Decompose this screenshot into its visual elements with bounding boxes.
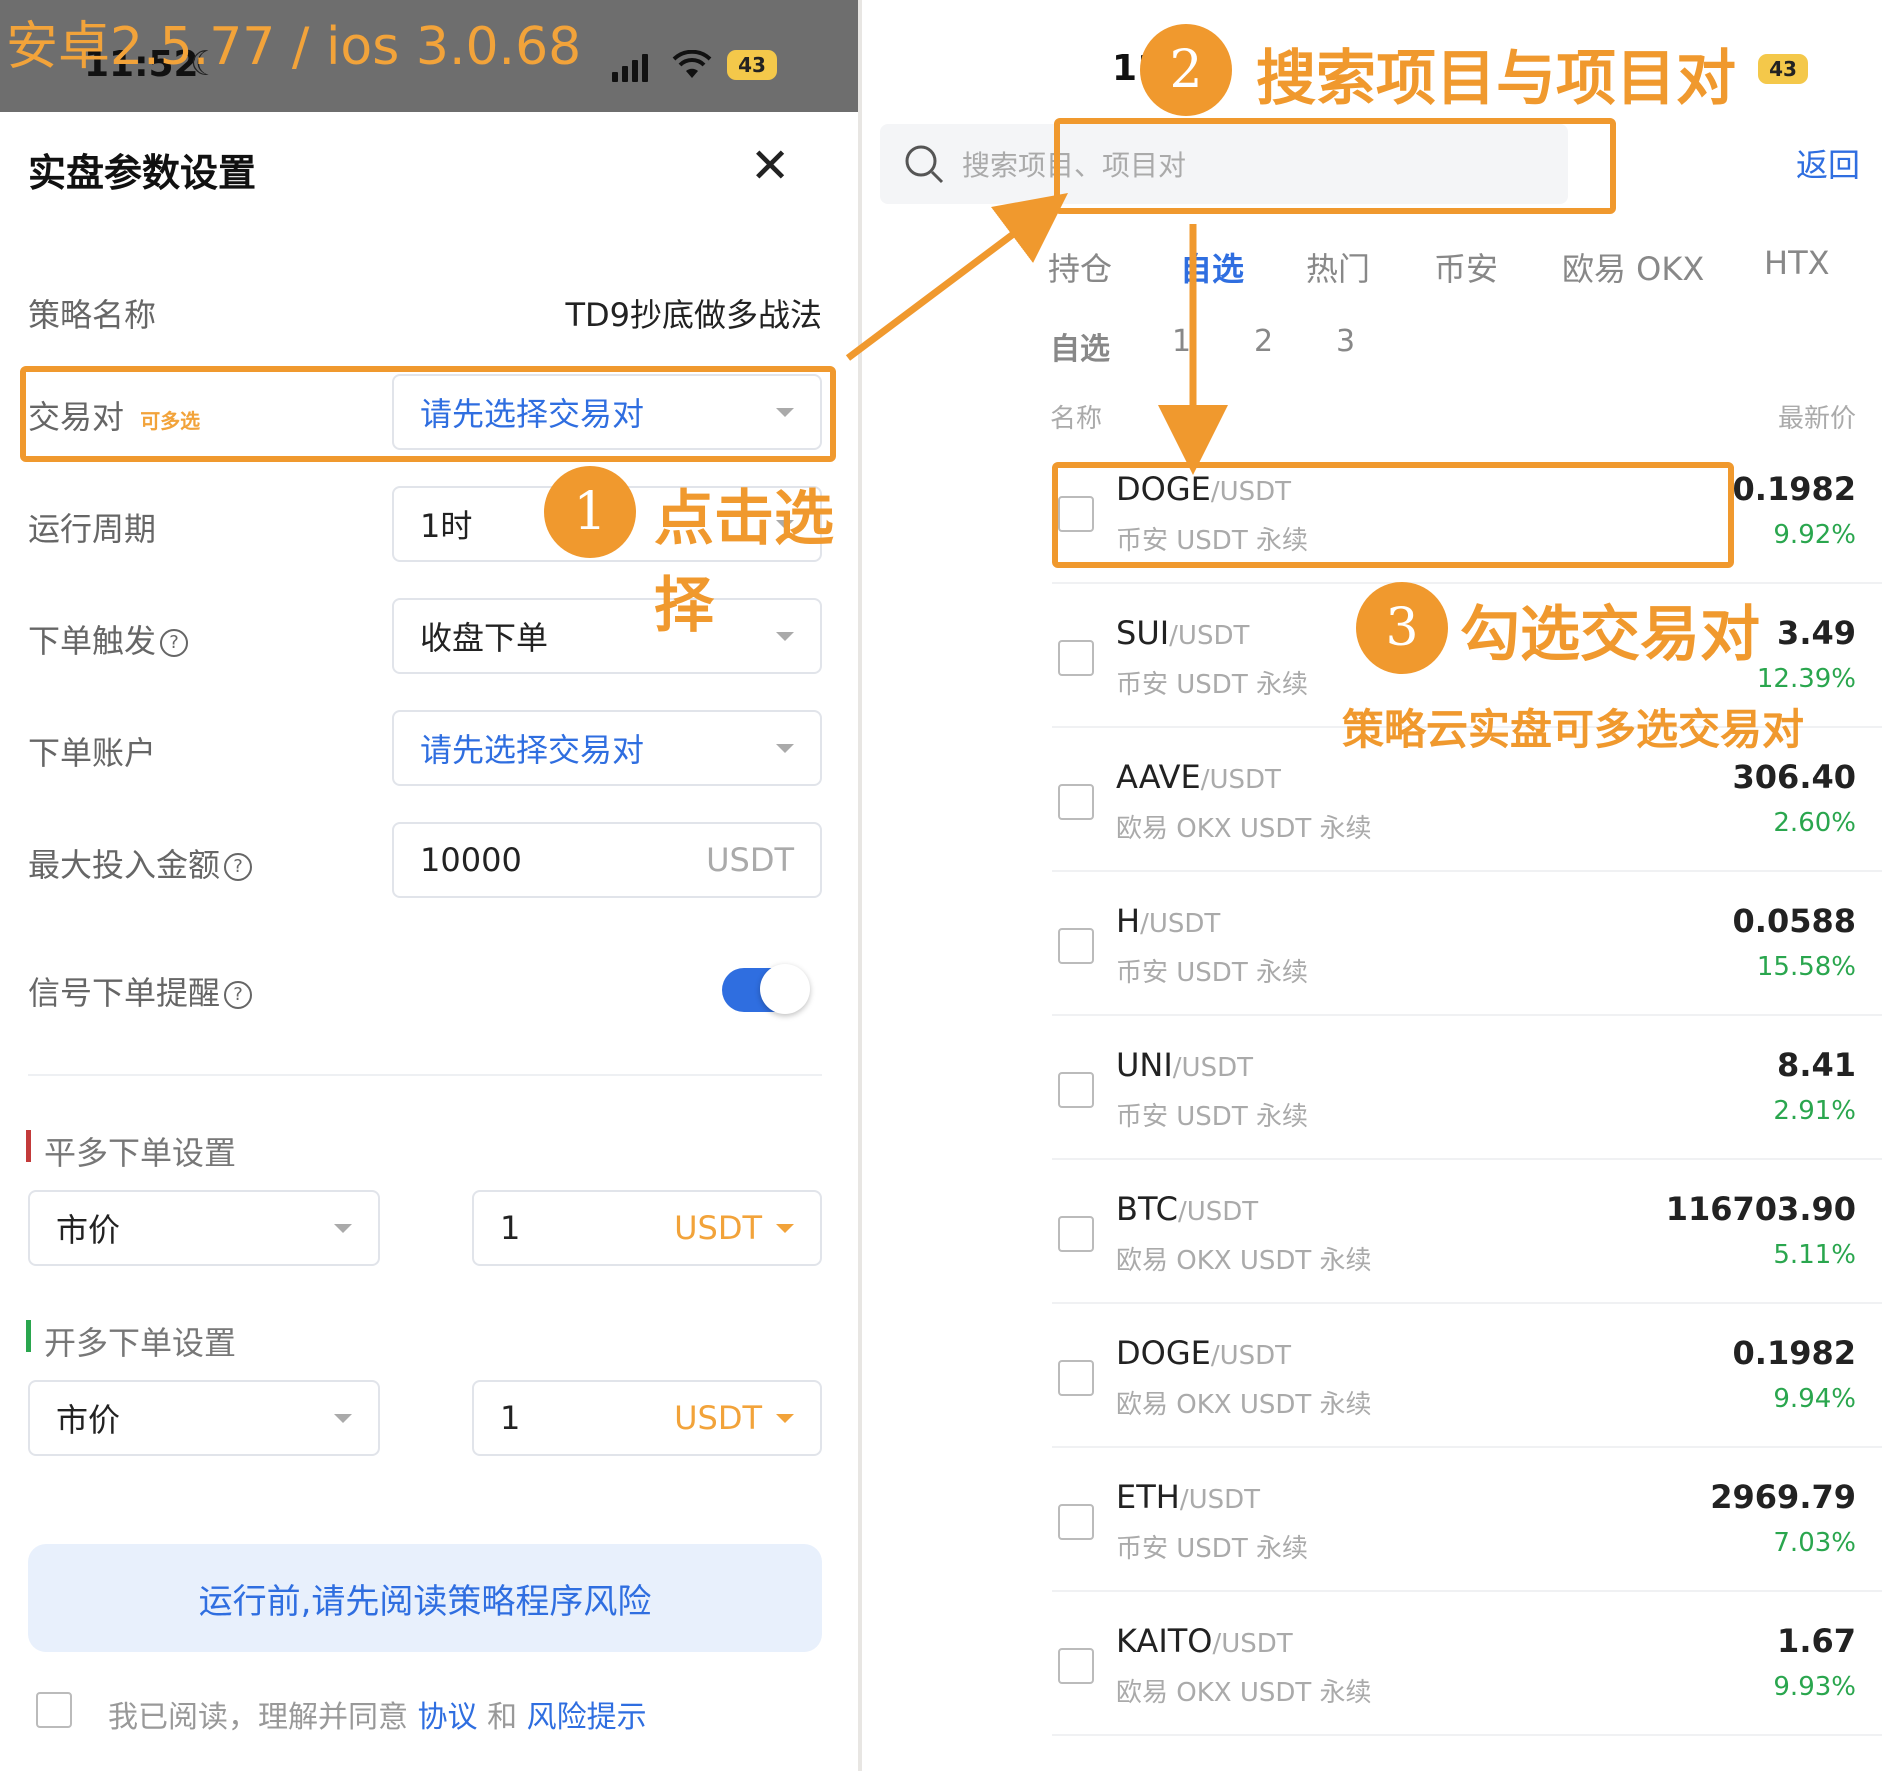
- annotation-arrows: [845, 193, 1228, 475]
- arrow-to-search: [845, 193, 1068, 361]
